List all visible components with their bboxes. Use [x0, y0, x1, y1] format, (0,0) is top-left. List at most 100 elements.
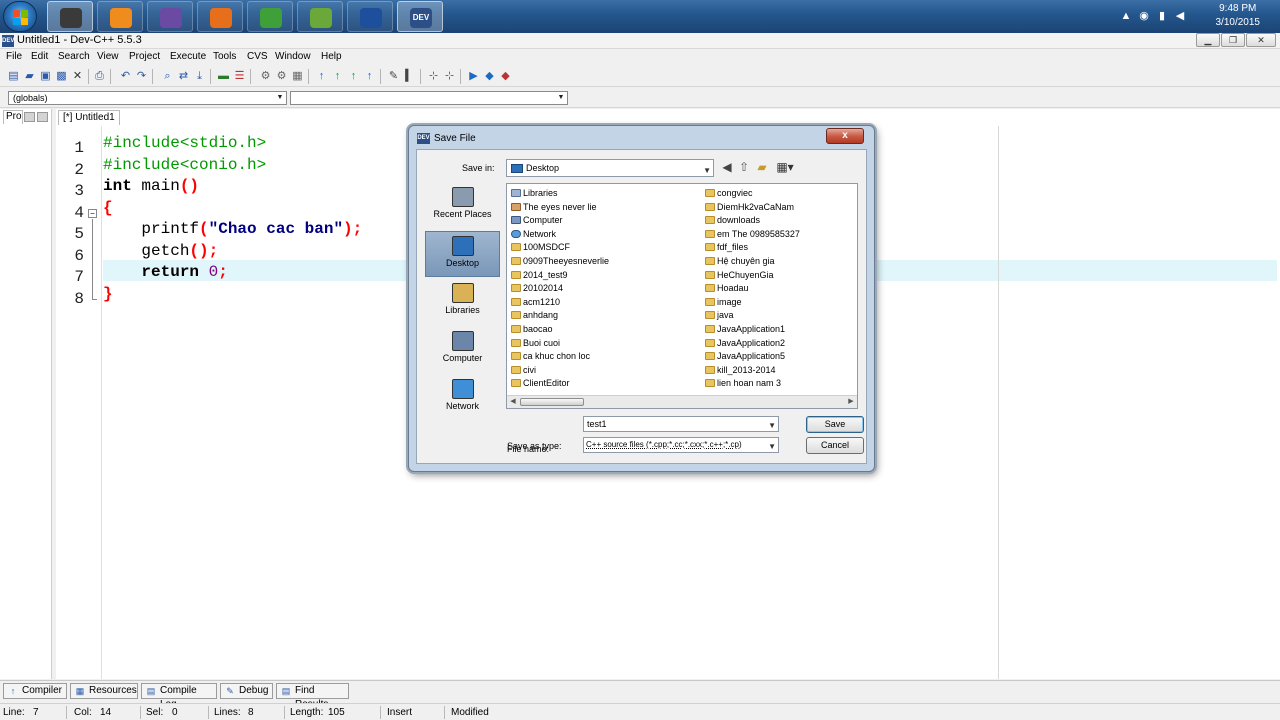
bookmark-icon[interactable]: ◆: [482, 69, 497, 84]
scroll-left-icon[interactable]: ◀: [507, 396, 519, 408]
place-computer[interactable]: Computer: [425, 327, 500, 373]
file-item[interactable]: Hoadau: [703, 282, 749, 295]
taskbar-button-app-2[interactable]: [97, 1, 143, 32]
save-icon[interactable]: ▣: [38, 69, 53, 84]
view-menu-icon[interactable]: ▦▾: [774, 160, 796, 174]
menu-view[interactable]: View: [97, 51, 119, 62]
taskbar-button-app-3[interactable]: [147, 1, 193, 32]
network-tray-icon[interactable]: ◉: [1138, 10, 1150, 22]
file-item[interactable]: Hệ chuyên gia: [703, 255, 775, 268]
menu-execute[interactable]: Execute: [170, 51, 206, 62]
file-item[interactable]: kill_2013-2014: [703, 364, 776, 377]
tab-resources[interactable]: ▦ Resources: [70, 683, 138, 699]
tab-find-results[interactable]: ▤Find Results: [276, 683, 349, 710]
file-item[interactable]: 0909Theeyesneverlie: [509, 255, 609, 268]
file-list[interactable]: Libraries The eyes never lie Computer Netwo…: [506, 183, 858, 409]
dialog-close-button[interactable]: x: [826, 128, 864, 144]
tab-debug[interactable]: ✎ Debug: [220, 683, 273, 699]
clock[interactable]: 9:48 PM 3/10/2015: [1216, 2, 1261, 30]
start-button[interactable]: [3, 1, 37, 32]
help-icon[interactable]: ◆: [498, 69, 513, 84]
members-combo[interactable]: ▼: [290, 91, 568, 105]
close-file-icon[interactable]: ✕: [70, 69, 85, 84]
file-item[interactable]: DiemHk2vaCaNam: [703, 201, 794, 214]
file-item[interactable]: fdf_files: [703, 241, 748, 254]
stop-icon[interactable]: ▍: [402, 69, 417, 84]
taskbar-button-dev-cpp[interactable]: DEV: [397, 1, 443, 32]
classes-tab-icon[interactable]: [24, 112, 35, 122]
file-item[interactable]: 2014_test9: [509, 269, 568, 282]
print-icon[interactable]: ⎙: [92, 69, 107, 84]
scroll-right-icon[interactable]: ▶: [845, 396, 857, 408]
up-folder-icon[interactable]: ⇧: [737, 160, 751, 174]
file-item[interactable]: civi: [509, 364, 536, 377]
debug-tab-icon[interactable]: [37, 112, 48, 122]
menu-cvs[interactable]: CVS: [247, 51, 268, 62]
restore-button[interactable]: ❐: [1221, 33, 1245, 47]
class-browser-icon[interactable]: ▦: [290, 69, 305, 84]
debug-icon[interactable]: ✎: [386, 69, 401, 84]
taskbar-button-app-4[interactable]: [197, 1, 243, 32]
file-item[interactable]: Buoi cuoi: [509, 337, 560, 350]
globals-combo[interactable]: (globals) ▼: [8, 91, 287, 105]
file-item[interactable]: baocao: [509, 323, 553, 336]
find-icon[interactable]: ⌕: [160, 69, 175, 84]
rebuild-icon[interactable]: ↑: [362, 69, 377, 84]
redo-icon[interactable]: ↷: [134, 69, 149, 84]
fold-collapse-icon[interactable]: −: [88, 208, 97, 218]
new-file-icon[interactable]: ▤: [6, 69, 21, 84]
file-item[interactable]: Libraries: [509, 187, 558, 200]
profile-icon[interactable]: ⊹: [426, 69, 441, 84]
cancel-button[interactable]: Cancel: [806, 437, 864, 454]
goto-icon[interactable]: ▶: [466, 69, 481, 84]
save-all-icon[interactable]: ▩: [54, 69, 69, 84]
taskbar-button-app-5[interactable]: [247, 1, 293, 32]
file-item[interactable]: em The 0989585327: [703, 228, 800, 241]
menu-help[interactable]: Help: [321, 51, 342, 62]
compile-run-icon[interactable]: ↑: [346, 69, 361, 84]
file-item[interactable]: acm1210: [509, 296, 560, 309]
run-icon[interactable]: ↑: [330, 69, 345, 84]
editor-tab-untitled1[interactable]: [*] Untitled1: [58, 110, 120, 125]
file-item[interactable]: congviec: [703, 187, 753, 200]
file-item[interactable]: Computer: [509, 214, 563, 227]
place-network[interactable]: Network: [425, 375, 500, 421]
project-new-icon[interactable]: ⚙: [258, 69, 273, 84]
compile-icon[interactable]: ↑: [314, 69, 329, 84]
project-options-icon[interactable]: ⚙: [274, 69, 289, 84]
power-tray-icon[interactable]: ▮: [1156, 10, 1168, 22]
open-file-icon[interactable]: ▰: [22, 69, 37, 84]
toggle-comment-icon[interactable]: ▬: [216, 69, 231, 84]
undo-icon[interactable]: ↶: [118, 69, 133, 84]
devcpp-app-icon[interactable]: DEV: [2, 35, 14, 47]
file-item[interactable]: The eyes never lie: [509, 201, 597, 214]
place-recent-places[interactable]: Recent Places: [425, 183, 500, 229]
menu-edit[interactable]: Edit: [31, 51, 48, 62]
goto-line-icon[interactable]: ⤓: [192, 69, 207, 84]
tab-compiler[interactable]: ↑ Compiler: [3, 683, 67, 699]
menu-file[interactable]: File: [6, 51, 22, 62]
menu-window[interactable]: Window: [275, 51, 311, 62]
taskbar-button-app-1[interactable]: [47, 1, 93, 32]
file-item[interactable]: downloads: [703, 214, 760, 227]
save-button[interactable]: Save: [806, 416, 864, 433]
taskbar-button-app-7[interactable]: [347, 1, 393, 32]
file-item[interactable]: Network: [509, 228, 556, 241]
file-item[interactable]: JavaApplication2: [703, 337, 785, 350]
file-item[interactable]: ClientEditor: [509, 377, 570, 390]
volume-tray-icon[interactable]: ◀: [1174, 10, 1186, 22]
scroll-thumb[interactable]: [520, 398, 584, 406]
show-hidden-icons-icon[interactable]: ▲: [1120, 10, 1132, 22]
save-as-type-select[interactable]: C++ source files (*.cpp;*.cc;*.cxx;*.c++…: [583, 437, 779, 453]
new-folder-icon[interactable]: ▰: [755, 160, 769, 174]
menu-search[interactable]: Search: [58, 51, 90, 62]
horizontal-scrollbar[interactable]: ◀ ▶: [507, 395, 857, 408]
place-desktop[interactable]: Desktop: [425, 231, 500, 277]
place-libraries[interactable]: Libraries: [425, 279, 500, 325]
save-in-combo[interactable]: Desktop ▼: [506, 159, 714, 177]
file-item[interactable]: 100MSDCF: [509, 241, 570, 254]
file-item[interactable]: JavaApplication5: [703, 350, 785, 363]
close-window-button[interactable]: ✕: [1246, 33, 1276, 47]
back-icon[interactable]: ◀: [720, 160, 734, 174]
tab-compile-log[interactable]: ▤Compile Log: [141, 683, 217, 710]
